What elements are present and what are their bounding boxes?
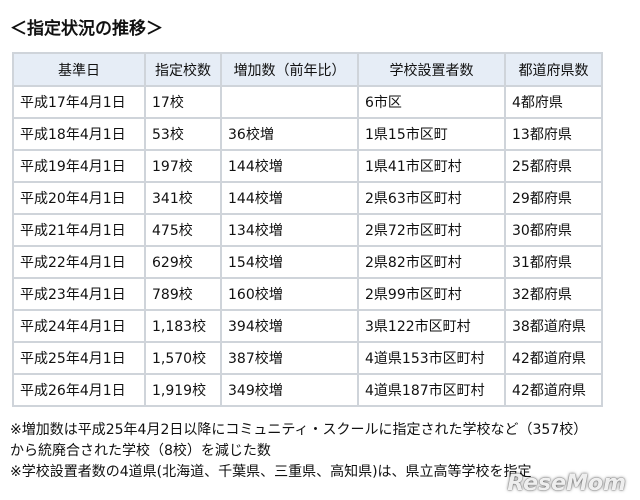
table-row: 平成26年4月1日 1,919校 349校増 4道県187市区町村 42都道府県 [14,375,601,405]
cell-school-count: 341校 [146,183,220,213]
cell-prefectures: 32都府県 [506,279,601,309]
cell-school-count: 789校 [146,279,220,309]
cell-prefectures: 29都府県 [506,183,601,213]
cell-reference-date: 平成18年4月1日 [14,119,144,149]
table-row: 平成19年4月1日 197校 144校増 1県41市区町村 25都府県 [14,151,601,181]
cell-prefectures: 38都道府県 [506,311,601,341]
cell-increase: 349校増 [222,375,357,405]
cell-increase: 387校増 [222,343,357,373]
table-row: 平成18年4月1日 53校 36校増 1県15市区町 13都府県 [14,119,601,149]
table-row: 平成23年4月1日 789校 160校増 2県99市区町村 32都府県 [14,279,601,309]
cell-school-founders: 4道県187市区町村 [359,375,504,405]
cell-reference-date: 平成24年4月1日 [14,311,144,341]
cell-prefectures: 31都府県 [506,247,601,277]
cell-school-founders: 1県41市区町村 [359,151,504,181]
cell-increase [222,87,357,117]
cell-school-founders: 4道県153市区町村 [359,343,504,373]
column-header-school-founders: 学校設置者数 [359,54,504,85]
column-header-reference-date: 基準日 [14,54,144,85]
cell-reference-date: 平成26年4月1日 [14,375,144,405]
cell-school-founders: 2県72市区町村 [359,215,504,245]
cell-prefectures: 42都道府県 [506,375,601,405]
cell-school-founders: 1県15市区町 [359,119,504,149]
column-header-prefectures: 都道府県数 [506,54,601,85]
cell-school-count: 1,919校 [146,375,220,405]
cell-prefectures: 42都道府県 [506,343,601,373]
cell-increase: 144校増 [222,151,357,181]
cell-school-count: 1,183校 [146,311,220,341]
cell-school-count: 197校 [146,151,220,181]
cell-prefectures: 30都府県 [506,215,601,245]
cell-school-count: 629校 [146,247,220,277]
footnote-line: ※増加数は平成25年4月2日以降にコミュニティ・スクールに指定された学校など（3… [10,422,588,438]
cell-prefectures: 13都府県 [506,119,601,149]
column-header-school-count: 指定校数 [146,54,220,85]
table-row: 平成25年4月1日 1,570校 387校増 4道県153市区町村 42都道府県 [14,343,601,373]
cell-reference-date: 平成23年4月1日 [14,279,144,309]
column-header-increase: 増加数（前年比） [222,54,357,85]
cell-school-count: 53校 [146,119,220,149]
cell-reference-date: 平成20年4月1日 [14,183,144,213]
cell-prefectures: 25都府県 [506,151,601,181]
designation-status-table: 基準日 指定校数 増加数（前年比） 学校設置者数 都道府県数 平成17年4月1日… [12,52,603,407]
cell-reference-date: 平成22年4月1日 [14,247,144,277]
cell-school-founders: 2県82市区町村 [359,247,504,277]
cell-school-founders: 2県63市区町村 [359,183,504,213]
cell-reference-date: 平成21年4月1日 [14,215,144,245]
cell-reference-date: 平成25年4月1日 [14,343,144,373]
table-row: 平成17年4月1日 17校 6市区 4都府県 [14,87,601,117]
cell-reference-date: 平成19年4月1日 [14,151,144,181]
cell-increase: 36校増 [222,119,357,149]
cell-increase: 144校増 [222,183,357,213]
cell-school-founders: 3県122市区町村 [359,311,504,341]
cell-prefectures: 4都府県 [506,87,601,117]
cell-increase: 394校増 [222,311,357,341]
cell-increase: 154校増 [222,247,357,277]
cell-school-founders: 6市区 [359,87,504,117]
resemom-watermark-logo: ReseMom [507,471,626,496]
table-header-row: 基準日 指定校数 増加数（前年比） 学校設置者数 都道府県数 [14,54,601,85]
cell-increase: 160校増 [222,279,357,309]
table-row: 平成21年4月1日 475校 134校増 2県72市区町村 30都府県 [14,215,601,245]
cell-increase: 134校増 [222,215,357,245]
cell-school-count: 17校 [146,87,220,117]
table-row: 平成22年4月1日 629校 154校増 2県82市区町村 31都府県 [14,247,601,277]
footnote-line: から統廃合された学校（8校）を減じた数 [10,443,271,459]
cell-school-founders: 2県99市区町村 [359,279,504,309]
cell-school-count: 475校 [146,215,220,245]
table-row: 平成24年4月1日 1,183校 394校増 3県122市区町村 38都道府県 [14,311,601,341]
cell-reference-date: 平成17年4月1日 [14,87,144,117]
section-heading: ＜指定状況の推移＞ [10,19,163,39]
table-row: 平成20年4月1日 341校 144校増 2県63市区町村 29都府県 [14,183,601,213]
cell-school-count: 1,570校 [146,343,220,373]
